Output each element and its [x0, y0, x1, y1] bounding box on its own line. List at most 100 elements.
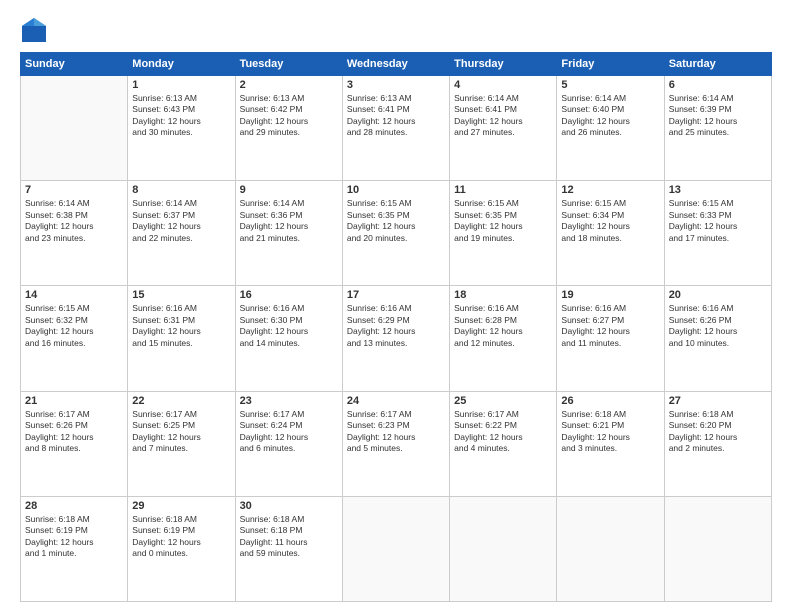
- day-info: Sunrise: 6:15 AM Sunset: 6:35 PM Dayligh…: [454, 198, 552, 244]
- page: SundayMondayTuesdayWednesdayThursdayFrid…: [0, 0, 792, 612]
- calendar-day-header: Sunday: [21, 53, 128, 76]
- calendar-week-row: 7 Sunrise: 6:14 AM Sunset: 6:38 PM Daylig…: [21, 181, 772, 286]
- day-number: 7: [25, 184, 123, 196]
- calendar-cell: 25 Sunrise: 6:17 AM Sunset: 6:22 PM Dayli…: [450, 391, 557, 496]
- calendar-cell: 22 Sunrise: 6:17 AM Sunset: 6:25 PM Dayli…: [128, 391, 235, 496]
- day-info: Sunrise: 6:13 AM Sunset: 6:41 PM Dayligh…: [347, 93, 445, 139]
- day-info: Sunrise: 6:16 AM Sunset: 6:28 PM Dayligh…: [454, 303, 552, 349]
- calendar-cell: 18 Sunrise: 6:16 AM Sunset: 6:28 PM Dayli…: [450, 286, 557, 391]
- day-number: 19: [561, 289, 659, 301]
- day-info: Sunrise: 6:16 AM Sunset: 6:31 PM Dayligh…: [132, 303, 230, 349]
- day-number: 6: [669, 79, 767, 91]
- day-info: Sunrise: 6:15 AM Sunset: 6:33 PM Dayligh…: [669, 198, 767, 244]
- day-number: 17: [347, 289, 445, 301]
- day-number: 15: [132, 289, 230, 301]
- day-number: 1: [132, 79, 230, 91]
- calendar-cell: 13 Sunrise: 6:15 AM Sunset: 6:33 PM Dayli…: [664, 181, 771, 286]
- calendar-cell: 14 Sunrise: 6:15 AM Sunset: 6:32 PM Dayli…: [21, 286, 128, 391]
- day-info: Sunrise: 6:18 AM Sunset: 6:19 PM Dayligh…: [132, 514, 230, 560]
- day-info: Sunrise: 6:17 AM Sunset: 6:25 PM Dayligh…: [132, 409, 230, 455]
- day-number: 30: [240, 500, 338, 512]
- calendar-cell: 2 Sunrise: 6:13 AM Sunset: 6:42 PM Daylig…: [235, 76, 342, 181]
- day-info: Sunrise: 6:14 AM Sunset: 6:38 PM Dayligh…: [25, 198, 123, 244]
- calendar-cell: 5 Sunrise: 6:14 AM Sunset: 6:40 PM Daylig…: [557, 76, 664, 181]
- day-number: 18: [454, 289, 552, 301]
- day-number: 21: [25, 395, 123, 407]
- calendar-cell: 7 Sunrise: 6:14 AM Sunset: 6:38 PM Daylig…: [21, 181, 128, 286]
- calendar-cell: [557, 496, 664, 601]
- day-number: 22: [132, 395, 230, 407]
- calendar-day-header: Monday: [128, 53, 235, 76]
- day-info: Sunrise: 6:17 AM Sunset: 6:26 PM Dayligh…: [25, 409, 123, 455]
- day-number: 29: [132, 500, 230, 512]
- day-info: Sunrise: 6:14 AM Sunset: 6:36 PM Dayligh…: [240, 198, 338, 244]
- day-info: Sunrise: 6:18 AM Sunset: 6:21 PM Dayligh…: [561, 409, 659, 455]
- calendar-cell: 9Sunrise: 6:14 AM Sunset: 6:36 PM Daylig…: [235, 181, 342, 286]
- calendar-day-header: Saturday: [664, 53, 771, 76]
- day-number: 13: [669, 184, 767, 196]
- calendar-cell: 8Sunrise: 6:14 AM Sunset: 6:37 PM Daylig…: [128, 181, 235, 286]
- day-info: Sunrise: 6:17 AM Sunset: 6:23 PM Dayligh…: [347, 409, 445, 455]
- calendar-cell: 17 Sunrise: 6:16 AM Sunset: 6:29 PM Dayli…: [342, 286, 449, 391]
- day-info: Sunrise: 6:14 AM Sunset: 6:41 PM Dayligh…: [454, 93, 552, 139]
- calendar-cell: 3 Sunrise: 6:13 AM Sunset: 6:41 PM Daylig…: [342, 76, 449, 181]
- day-number: 23: [240, 395, 338, 407]
- calendar-week-row: 1Sunrise: 6:13 AM Sunset: 6:43 PM Daylig…: [21, 76, 772, 181]
- day-info: Sunrise: 6:18 AM Sunset: 6:19 PM Dayligh…: [25, 514, 123, 560]
- logo: [20, 16, 52, 44]
- day-number: 24: [347, 395, 445, 407]
- day-number: 25: [454, 395, 552, 407]
- day-number: 20: [669, 289, 767, 301]
- day-info: Sunrise: 6:17 AM Sunset: 6:24 PM Dayligh…: [240, 409, 338, 455]
- day-number: 3: [347, 79, 445, 91]
- day-number: 12: [561, 184, 659, 196]
- calendar-cell: 26 Sunrise: 6:18 AM Sunset: 6:21 PM Dayli…: [557, 391, 664, 496]
- day-number: 28: [25, 500, 123, 512]
- calendar-day-header: Friday: [557, 53, 664, 76]
- calendar-week-row: 14 Sunrise: 6:15 AM Sunset: 6:32 PM Dayli…: [21, 286, 772, 391]
- calendar-day-header: Thursday: [450, 53, 557, 76]
- logo-icon: [20, 16, 48, 44]
- calendar-header-row: SundayMondayTuesdayWednesdayThursdayFrid…: [21, 53, 772, 76]
- calendar-cell: 1Sunrise: 6:13 AM Sunset: 6:43 PM Daylig…: [128, 76, 235, 181]
- calendar-cell: 23 Sunrise: 6:17 AM Sunset: 6:24 PM Dayli…: [235, 391, 342, 496]
- calendar-day-header: Wednesday: [342, 53, 449, 76]
- calendar-day-header: Tuesday: [235, 53, 342, 76]
- calendar-cell: [21, 76, 128, 181]
- calendar-cell: [664, 496, 771, 601]
- day-info: Sunrise: 6:16 AM Sunset: 6:29 PM Dayligh…: [347, 303, 445, 349]
- calendar-cell: 12 Sunrise: 6:15 AM Sunset: 6:34 PM Dayli…: [557, 181, 664, 286]
- calendar-week-row: 21 Sunrise: 6:17 AM Sunset: 6:26 PM Dayli…: [21, 391, 772, 496]
- day-info: Sunrise: 6:14 AM Sunset: 6:40 PM Dayligh…: [561, 93, 659, 139]
- calendar-cell: 28 Sunrise: 6:18 AM Sunset: 6:19 PM Dayli…: [21, 496, 128, 601]
- day-info: Sunrise: 6:16 AM Sunset: 6:26 PM Dayligh…: [669, 303, 767, 349]
- day-number: 14: [25, 289, 123, 301]
- day-info: Sunrise: 6:17 AM Sunset: 6:22 PM Dayligh…: [454, 409, 552, 455]
- day-number: 16: [240, 289, 338, 301]
- calendar-cell: 19Sunrise: 6:16 AM Sunset: 6:27 PM Dayli…: [557, 286, 664, 391]
- calendar-cell: 20 Sunrise: 6:16 AM Sunset: 6:26 PM Dayli…: [664, 286, 771, 391]
- day-info: Sunrise: 6:13 AM Sunset: 6:42 PM Dayligh…: [240, 93, 338, 139]
- day-info: Sunrise: 6:15 AM Sunset: 6:34 PM Dayligh…: [561, 198, 659, 244]
- day-info: Sunrise: 6:16 AM Sunset: 6:30 PM Dayligh…: [240, 303, 338, 349]
- day-number: 5: [561, 79, 659, 91]
- header: [20, 16, 772, 44]
- calendar-cell: 30Sunrise: 6:18 AM Sunset: 6:18 PM Dayli…: [235, 496, 342, 601]
- day-info: Sunrise: 6:15 AM Sunset: 6:35 PM Dayligh…: [347, 198, 445, 244]
- day-info: Sunrise: 6:14 AM Sunset: 6:37 PM Dayligh…: [132, 198, 230, 244]
- day-info: Sunrise: 6:18 AM Sunset: 6:20 PM Dayligh…: [669, 409, 767, 455]
- day-number: 26: [561, 395, 659, 407]
- calendar-cell: 15 Sunrise: 6:16 AM Sunset: 6:31 PM Dayli…: [128, 286, 235, 391]
- calendar-cell: 27 Sunrise: 6:18 AM Sunset: 6:20 PM Dayli…: [664, 391, 771, 496]
- calendar-cell: 24 Sunrise: 6:17 AM Sunset: 6:23 PM Dayli…: [342, 391, 449, 496]
- calendar-week-row: 28 Sunrise: 6:18 AM Sunset: 6:19 PM Dayli…: [21, 496, 772, 601]
- calendar-cell: 21 Sunrise: 6:17 AM Sunset: 6:26 PM Dayli…: [21, 391, 128, 496]
- day-number: 10: [347, 184, 445, 196]
- calendar-cell: 10 Sunrise: 6:15 AM Sunset: 6:35 PM Dayli…: [342, 181, 449, 286]
- day-number: 27: [669, 395, 767, 407]
- calendar-cell: [450, 496, 557, 601]
- day-info: Sunrise: 6:15 AM Sunset: 6:32 PM Dayligh…: [25, 303, 123, 349]
- day-number: 11: [454, 184, 552, 196]
- day-number: 2: [240, 79, 338, 91]
- day-info: Sunrise: 6:14 AM Sunset: 6:39 PM Dayligh…: [669, 93, 767, 139]
